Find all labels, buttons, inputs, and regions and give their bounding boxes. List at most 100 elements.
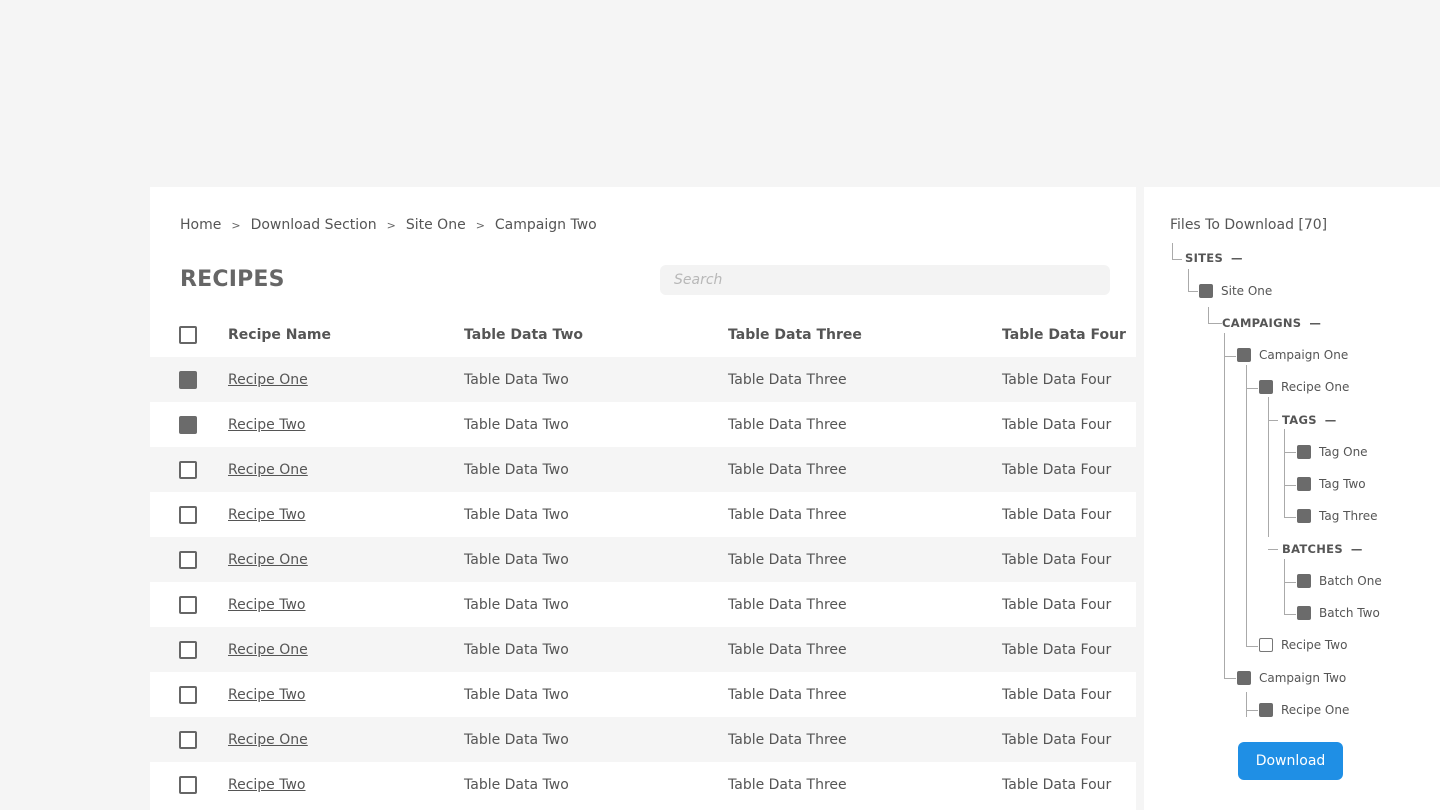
tree-checkbox[interactable] xyxy=(1259,638,1273,652)
table-cell: Table Data Four xyxy=(1002,461,1112,478)
table-row: Recipe One Table Data Two Table Data Three… xyxy=(150,717,1136,762)
column-header-table-data-three[interactable]: Table Data Three xyxy=(728,327,862,343)
recipes-table: Recipe Name Table Data Two Table Data Th… xyxy=(150,312,1136,807)
table-cell: Table Data Four xyxy=(1002,596,1112,613)
tree-item-batch-two[interactable]: Batch Two xyxy=(1297,606,1380,620)
recipe-name-link[interactable]: Recipe Two xyxy=(228,777,306,793)
row-checkbox[interactable] xyxy=(179,550,197,569)
collapse-icon[interactable]: — xyxy=(1231,251,1243,265)
table-cell: Table Data Four xyxy=(1002,686,1112,703)
collapse-icon[interactable]: — xyxy=(1309,316,1321,330)
breadcrumb-download-section[interactable]: Download Section xyxy=(251,217,377,233)
search-input[interactable] xyxy=(660,265,1110,295)
tree-item-batch-one[interactable]: Batch One xyxy=(1297,574,1382,588)
table-header-row: Recipe Name Table Data Two Table Data Th… xyxy=(150,312,1136,357)
tree-item-tag-one[interactable]: Tag One xyxy=(1297,445,1368,459)
row-checkbox[interactable] xyxy=(179,460,197,479)
recipe-name-link[interactable]: Recipe One xyxy=(228,552,308,568)
table-cell: Table Data Four xyxy=(1002,551,1112,568)
tree-checkbox[interactable] xyxy=(1297,445,1311,459)
table-cell: Table Data Three xyxy=(728,506,847,523)
tree-checkbox[interactable] xyxy=(1297,574,1311,588)
table-row: Recipe One Table Data Two Table Data Three… xyxy=(150,357,1136,402)
tree-item-campaign-one[interactable]: Campaign One xyxy=(1237,348,1348,362)
tree-section-campaigns: CAMPAIGNS — xyxy=(1222,316,1321,330)
tree-section-tags: TAGS — xyxy=(1282,413,1337,427)
tree-item-tag-two[interactable]: Tag Two xyxy=(1297,477,1366,491)
table-cell: Table Data Three xyxy=(728,686,847,703)
tree-item-label: Recipe One xyxy=(1281,380,1350,394)
column-header-table-data-four[interactable]: Table Data Four xyxy=(1002,327,1126,343)
table-row: Recipe Two Table Data Two Table Data Three… xyxy=(150,762,1136,807)
column-header-table-data-two[interactable]: Table Data Two xyxy=(464,327,583,343)
breadcrumb-site-one[interactable]: Site One xyxy=(406,217,466,233)
recipe-name-link[interactable]: Recipe One xyxy=(228,462,308,478)
breadcrumb-home[interactable]: Home xyxy=(180,217,221,233)
recipe-name-link[interactable]: Recipe Two xyxy=(228,687,306,703)
tree-item-site-one[interactable]: Site One xyxy=(1199,284,1272,298)
table-cell: Table Data Two xyxy=(464,416,569,433)
tree-checkbox[interactable] xyxy=(1237,671,1251,685)
breadcrumb: Home > Download Section > Site One > Cam… xyxy=(180,217,597,233)
table-cell: Table Data Two xyxy=(464,641,569,658)
row-checkbox[interactable] xyxy=(179,370,197,389)
row-checkbox[interactable] xyxy=(179,730,197,749)
table-cell: Table Data Two xyxy=(464,596,569,613)
tree-checkbox[interactable] xyxy=(1259,703,1273,717)
breadcrumb-campaign-two[interactable]: Campaign Two xyxy=(495,217,597,233)
tree-item-label: Batch Two xyxy=(1319,606,1380,620)
table-cell: Table Data Four xyxy=(1002,731,1112,748)
breadcrumb-separator: > xyxy=(231,218,241,232)
row-checkbox[interactable] xyxy=(179,595,197,614)
select-all-checkbox[interactable] xyxy=(179,325,197,344)
tree-section-label: TAGS xyxy=(1282,413,1317,427)
tree-item-label: Tag One xyxy=(1319,445,1368,459)
table-cell: Table Data Three xyxy=(728,731,847,748)
table-cell: Table Data Two xyxy=(464,551,569,568)
table-cell: Table Data Two xyxy=(464,506,569,523)
recipe-name-link[interactable]: Recipe Two xyxy=(228,417,306,433)
recipe-name-link[interactable]: Recipe Two xyxy=(228,597,306,613)
tree-item-recipe-one[interactable]: Recipe One xyxy=(1259,380,1349,394)
recipe-name-link[interactable]: Recipe Two xyxy=(228,507,306,523)
table-cell: Table Data Three xyxy=(728,416,847,433)
table-cell: Table Data Three xyxy=(728,776,847,793)
table-cell: Table Data Three xyxy=(728,596,847,613)
table-cell: Table Data Four xyxy=(1002,506,1112,523)
download-button[interactable]: Download xyxy=(1238,742,1343,780)
tree-checkbox[interactable] xyxy=(1297,606,1311,620)
tree-checkbox[interactable] xyxy=(1199,284,1213,298)
row-checkbox[interactable] xyxy=(179,415,197,434)
tree-checkbox[interactable] xyxy=(1297,477,1311,491)
table-cell: Table Data Two xyxy=(464,776,569,793)
recipe-name-link[interactable]: Recipe One xyxy=(228,372,308,388)
collapse-icon[interactable]: — xyxy=(1351,542,1363,556)
table-cell: Table Data Four xyxy=(1002,416,1112,433)
tree-checkbox[interactable] xyxy=(1259,380,1273,394)
tree-checkbox[interactable] xyxy=(1297,509,1311,523)
tree-item-campaign-two-recipe-one[interactable]: Recipe One xyxy=(1259,703,1349,717)
breadcrumb-separator: > xyxy=(475,218,485,232)
table-cell: Table Data Four xyxy=(1002,641,1112,658)
table-body: Recipe One Table Data Two Table Data Three… xyxy=(150,357,1136,807)
table-row: Recipe One Table Data Two Table Data Three… xyxy=(150,447,1136,492)
tree-section-label: CAMPAIGNS xyxy=(1222,316,1302,330)
file-tree[interactable]: SITES — Site One CAMPAIGNS — Campaign On… xyxy=(1144,187,1440,717)
row-checkbox[interactable] xyxy=(179,685,197,704)
tree-item-tag-three[interactable]: Tag Three xyxy=(1297,509,1378,523)
tree-section-label: SITES xyxy=(1185,251,1224,265)
recipe-name-link[interactable]: Recipe One xyxy=(228,732,308,748)
table-cell: Table Data Two xyxy=(464,461,569,478)
table-row: Recipe One Table Data Two Table Data Three… xyxy=(150,537,1136,582)
column-header-recipe-name[interactable]: Recipe Name xyxy=(228,327,331,343)
recipe-name-link[interactable]: Recipe One xyxy=(228,642,308,658)
table-row: Recipe Two Table Data Two Table Data Three… xyxy=(150,672,1136,717)
table-cell: Table Data Three xyxy=(728,371,847,388)
collapse-icon[interactable]: — xyxy=(1325,413,1337,427)
tree-item-campaign-two[interactable]: Campaign Two xyxy=(1237,671,1346,685)
row-checkbox[interactable] xyxy=(179,775,197,794)
tree-item-recipe-two[interactable]: Recipe Two xyxy=(1259,638,1347,652)
row-checkbox[interactable] xyxy=(179,640,197,659)
row-checkbox[interactable] xyxy=(179,505,197,524)
tree-checkbox[interactable] xyxy=(1237,348,1251,362)
